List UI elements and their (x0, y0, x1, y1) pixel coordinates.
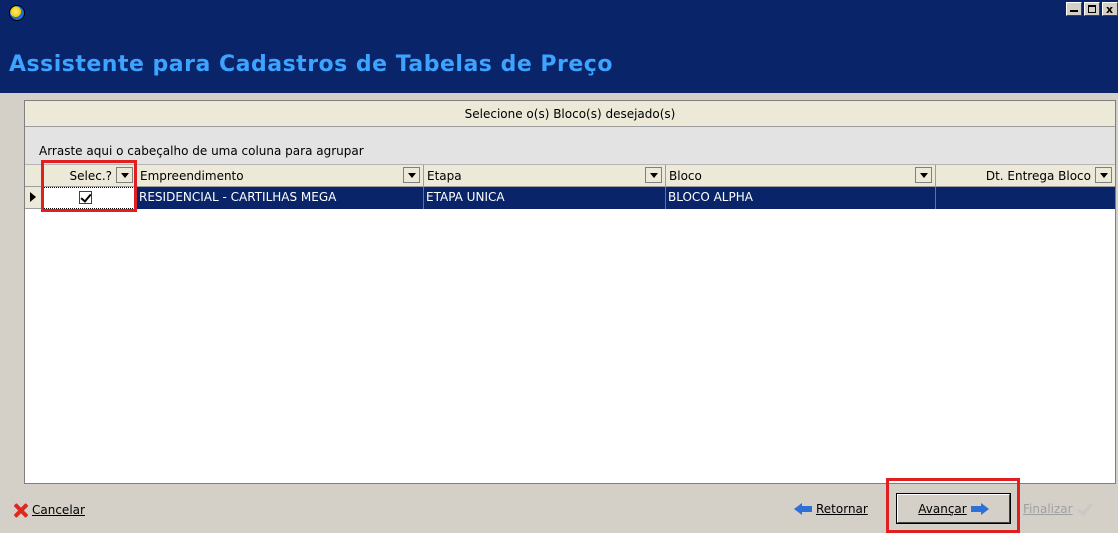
etapa-cell[interactable]: ETAPA UNICA (424, 187, 666, 209)
wizard-footer: Cancelar Retornar Avançar Finalizar (0, 486, 1118, 533)
dt-entrega-cell[interactable] (936, 187, 1115, 209)
app-icon (9, 5, 25, 21)
arrow-left-icon (794, 503, 812, 515)
filter-dropdown-icon[interactable] (1095, 167, 1112, 183)
close-icon: x (1106, 3, 1114, 16)
group-hint: Arraste aqui o cabeçalho de uma coluna p… (39, 144, 364, 158)
cancel-button[interactable]: Cancelar (12, 502, 85, 518)
filter-dropdown-icon[interactable] (403, 167, 420, 183)
left-edge (0, 93, 8, 486)
column-header-label: Dt. Entrega Bloco (985, 169, 1091, 183)
column-header-label: Etapa (427, 169, 462, 183)
header-corner (25, 165, 42, 187)
minimize-button[interactable] (1066, 2, 1082, 16)
window-controls: x (1066, 2, 1118, 16)
next-label: Avançar (918, 501, 967, 516)
group-by-area[interactable]: Arraste aqui o cabeçalho de uma coluna p… (25, 127, 1115, 165)
cancel-label: Cancelar (32, 503, 85, 517)
current-row-indicator-icon (25, 187, 42, 209)
filter-dropdown-icon[interactable] (645, 167, 662, 183)
minimize-icon (1070, 10, 1078, 12)
bloco-cell[interactable]: BLOCO ALPHA (666, 187, 936, 209)
arrow-right-icon (970, 502, 989, 515)
finish-button: Finalizar (1023, 502, 1091, 516)
column-header-etapa[interactable]: Etapa (424, 165, 666, 186)
next-button[interactable]: Avançar (896, 493, 1011, 524)
selec-cell[interactable] (42, 187, 137, 209)
maximize-icon (1088, 5, 1096, 13)
column-header-bloco[interactable]: Bloco (666, 165, 936, 186)
check-icon (1077, 503, 1091, 515)
column-header-row: Selec.? Empreendimento Etapa Bloco Dt. E… (42, 165, 1115, 187)
empreendimento-cell[interactable]: RESIDENCIAL - CARTILHAS MEGA (137, 187, 424, 209)
back-label: Retornar (816, 502, 868, 516)
column-header-label: Bloco (669, 169, 702, 183)
maximize-button[interactable] (1084, 2, 1100, 16)
column-header-selec[interactable]: Selec.? (42, 165, 137, 186)
filter-dropdown-icon[interactable] (116, 167, 133, 183)
grid-caption: Selecione o(s) Bloco(s) desejado(s) (25, 101, 1115, 127)
title-bar: x (0, 0, 1118, 37)
column-header-empreendimento[interactable]: Empreendimento (137, 165, 424, 186)
finish-label: Finalizar (1023, 502, 1073, 516)
back-button[interactable]: Retornar (794, 502, 868, 516)
table-row[interactable]: RESIDENCIAL - CARTILHAS MEGA ETAPA UNICA… (42, 187, 1115, 209)
column-header-dt-entrega[interactable]: Dt. Entrega Bloco (936, 165, 1115, 186)
wizard-window: x Assistente para Cadastros de Tabelas d… (0, 0, 1118, 533)
filter-dropdown-icon[interactable] (915, 167, 932, 183)
bloco-grid: Selecione o(s) Bloco(s) desejado(s) Arra… (24, 100, 1116, 484)
close-button[interactable]: x (1102, 2, 1118, 16)
select-checkbox[interactable] (79, 191, 92, 204)
cancel-x-icon (12, 502, 28, 518)
column-header-label: Empreendimento (140, 169, 244, 183)
column-header-label: Selec.? (69, 169, 113, 183)
page-title: Assistente para Cadastros de Tabelas de … (9, 52, 613, 77)
